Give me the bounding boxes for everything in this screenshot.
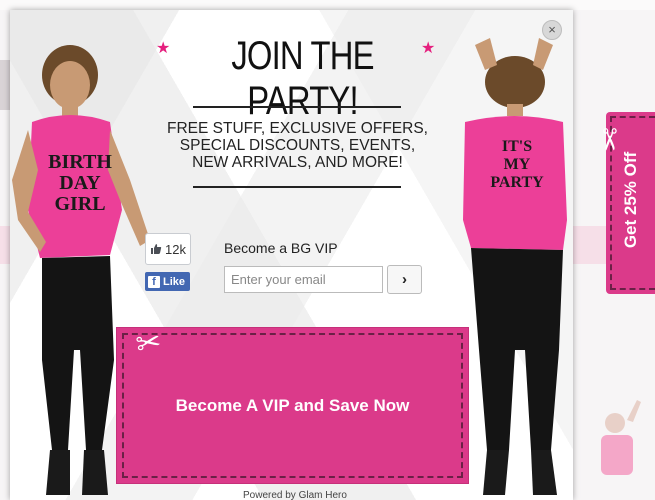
right-shirt-text: IT'S MY PARTY: [482, 138, 552, 192]
shirt-line: MY: [503, 156, 531, 173]
coupon-border: Become A VIP and Save Now: [122, 333, 463, 478]
coupon-label: Become A VIP and Save Now: [175, 395, 410, 415]
divider: [193, 186, 401, 188]
shirt-line: BIRTH: [48, 151, 112, 173]
submit-email-button[interactable]: ›: [387, 265, 422, 294]
background-edge: [0, 60, 10, 110]
powered-by-link[interactable]: Powered by Glam Hero: [243, 490, 347, 500]
email-field[interactable]: [224, 266, 383, 293]
left-shirt-text: BIRTH DAY GIRL: [40, 152, 120, 215]
offer-description: FREE STUFF, EXCLUSIVE OFFERS, SPECIAL DI…: [167, 120, 428, 171]
star-icon: ★: [156, 40, 171, 57]
scissors-icon: ✂: [592, 126, 626, 153]
close-button[interactable]: ×: [542, 20, 562, 40]
facebook-icon: f: [148, 275, 160, 288]
vip-label: Become a BG VIP: [224, 240, 338, 256]
background-page-top: [0, 0, 655, 10]
shirt-line: PARTY: [490, 174, 544, 191]
shirt-line: GIRL: [54, 193, 106, 215]
side-tab-label[interactable]: Get 25% Off: [621, 152, 641, 248]
divider: [193, 106, 401, 108]
like-count-box: 12k: [145, 233, 191, 265]
become-vip-coupon-button[interactable]: Become A VIP and Save Now: [117, 328, 468, 483]
like-count: 12k: [165, 241, 186, 257]
chevron-right-icon: ›: [402, 271, 407, 288]
like-label: Like: [163, 275, 186, 288]
star-icon: ★: [421, 40, 436, 57]
background-model-image: [601, 400, 641, 475]
shirt-line: IT'S: [501, 138, 533, 155]
close-icon: ×: [548, 22, 556, 37]
signup-modal: BIRTH DAY GIRL IT'S MY PARTY × ★ JOIN TH…: [10, 10, 573, 500]
headline: JOIN THE PARTY!: [231, 34, 374, 123]
shirt-line: DAY: [59, 172, 101, 194]
thumbs-up-icon: [151, 244, 162, 254]
facebook-like-button[interactable]: f Like: [145, 272, 190, 291]
